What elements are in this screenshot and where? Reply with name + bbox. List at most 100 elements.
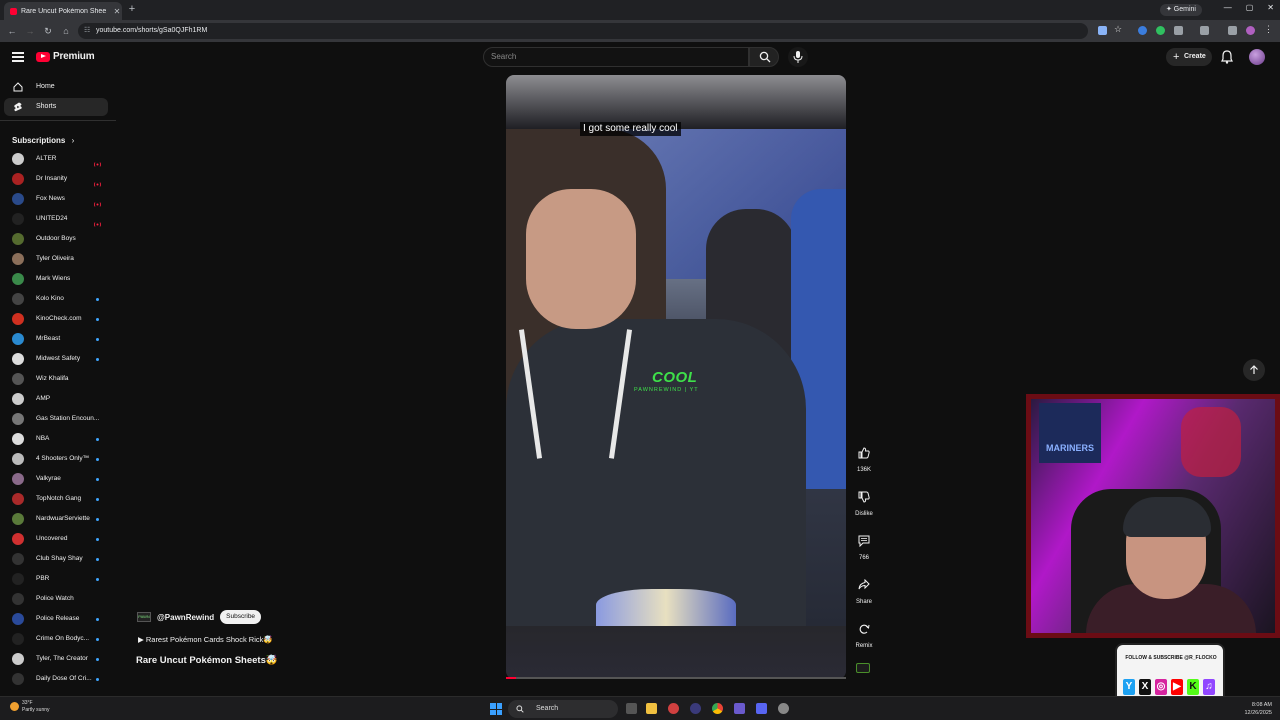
task-view-icon[interactable] [626, 703, 637, 714]
sidebar-subscription-item[interactable]: Kolo Kino [0, 289, 116, 309]
weather-widget[interactable]: 33°F Partly sunny [10, 700, 50, 714]
youtube-icon: ▶ [1171, 679, 1183, 695]
sidebar-subscription-item[interactable]: 4 Shooters Only™ [0, 449, 116, 469]
comments-button[interactable]: 766 [850, 529, 878, 561]
file-explorer-icon[interactable] [646, 703, 657, 714]
system-clock[interactable]: 8:08 AM 12/26/2025 [1244, 701, 1272, 717]
minimize-button[interactable]: — [1224, 3, 1232, 12]
sidebar-subscription-item[interactable]: TopNotch Gang [0, 489, 116, 509]
new-content-dot-icon [96, 478, 99, 481]
sidebar-subscription-item[interactable]: AMP [0, 389, 116, 409]
weather-desc: Partly sunny [22, 707, 50, 713]
extension-icon[interactable] [1138, 26, 1147, 35]
sidebar-subscription-item[interactable]: MrBeast [0, 329, 116, 349]
sidebar-subscription-item[interactable]: Police Release [0, 609, 116, 629]
app-icon[interactable] [734, 703, 745, 714]
chevron-right-icon: › [71, 136, 75, 145]
dislike-button[interactable]: Dislike [850, 485, 878, 517]
voice-search-button[interactable] [788, 47, 808, 67]
windows-start-icon[interactable] [490, 703, 502, 715]
menu-kebab-icon[interactable]: ⋮ [1264, 25, 1273, 34]
sidebar-subscription-item[interactable]: Gas Station Encoun... [0, 409, 116, 429]
extension-icon[interactable] [1156, 26, 1165, 35]
video-caption: I got some really cool [580, 122, 681, 136]
like-button[interactable]: 136K [850, 441, 878, 473]
back-icon[interactable]: ← [6, 25, 18, 37]
sidebar-item-label: Shorts [36, 103, 57, 110]
twitch-icon: ♫ [1203, 679, 1215, 695]
new-tab-button[interactable]: + [126, 2, 138, 16]
youtube-logo[interactable]: Premium [36, 51, 95, 62]
channel-avatar-icon [12, 293, 24, 305]
sidebar-subscription-item[interactable]: Daily Dose Of Cri... [0, 669, 116, 689]
subscription-name: Tyler, The Creator [36, 655, 88, 662]
sidebar-subscription-item[interactable]: Uncovered [0, 529, 116, 549]
sidebar-subscription-item[interactable]: Police Watch [0, 589, 116, 609]
channel-avatar-icon [12, 433, 24, 445]
bookmark-star-icon[interactable]: ☆ [1114, 25, 1123, 34]
cast-icon[interactable] [1098, 26, 1107, 35]
settings-gear-icon[interactable] [778, 703, 789, 714]
sidebar-subscription-item[interactable]: NBA [0, 429, 116, 449]
sidebar-subscription-item[interactable]: Midwest Safety [0, 349, 116, 369]
subscribe-button[interactable]: Subscribe [220, 610, 262, 624]
remix-button[interactable]: Remix [850, 617, 878, 649]
browser-tab[interactable]: Rare Uncut Pokémon Shee ✕ [4, 2, 122, 20]
windows-taskbar: 33°F Partly sunny Search 8:08 AM 12/26/2… [0, 696, 1280, 720]
sidebar-subscription-item[interactable]: Dr Insanity [0, 169, 116, 189]
sidebar-subscription-item[interactable]: KinoCheck.com [0, 309, 116, 329]
sidebar-subscription-item[interactable]: Valkyrae [0, 469, 116, 489]
sidebar-subscription-item[interactable]: Tyler, The Creator [0, 649, 116, 669]
sidebar-subscription-item[interactable]: Crime On Bodyc... [0, 629, 116, 649]
maximize-button[interactable]: ▢ [1246, 3, 1254, 12]
search-input[interactable]: Search [483, 47, 749, 67]
gemini-button[interactable]: ✦ Gemini [1160, 4, 1202, 16]
sidebar-subscription-item[interactable]: UNITED24 [0, 209, 116, 229]
sidebar-subscription-item[interactable]: Wiz Khalifa [0, 369, 116, 389]
profile-icon[interactable] [1246, 26, 1255, 35]
close-window-button[interactable]: ✕ [1267, 3, 1274, 12]
account-avatar[interactable] [1249, 49, 1265, 65]
tab-close-icon[interactable]: ✕ [112, 7, 122, 16]
channel-thumbnail-icon[interactable] [856, 663, 870, 673]
app-icon[interactable] [668, 703, 679, 714]
playlist-link[interactable]: ▶ Rarest Pokémon Cards Shock Rick🤯 [138, 635, 273, 644]
channel-handle[interactable]: @PawnRewind [157, 613, 214, 622]
discord-icon[interactable] [756, 703, 767, 714]
sidepanel-icon[interactable] [1200, 26, 1209, 35]
shorts-video-player[interactable]: I got some really cool COOL PAWNREWIND |… [506, 75, 846, 679]
share-button[interactable]: Share [850, 573, 878, 605]
search-button[interactable] [749, 47, 779, 67]
channel-avatar-icon [12, 653, 24, 665]
create-button[interactable]: + Create [1166, 48, 1212, 66]
sidebar-subscription-item[interactable]: ALTER [0, 149, 116, 169]
hamburger-menu-icon[interactable] [12, 52, 24, 62]
channel-avatar-icon [12, 633, 24, 645]
video-progress-bar[interactable] [506, 677, 846, 679]
sidebar-subscription-item[interactable]: PBR [0, 569, 116, 589]
extensions-puzzle-icon[interactable] [1174, 26, 1183, 35]
sidebar-subscription-item[interactable]: Fox News [0, 189, 116, 209]
subscriptions-header[interactable]: Subscriptions › [12, 136, 74, 145]
chrome-icon[interactable] [712, 703, 723, 714]
app-icon[interactable] [690, 703, 701, 714]
reload-icon[interactable]: ↻ [42, 25, 54, 37]
sidebar-subscription-item[interactable]: Club Shay Shay [0, 549, 116, 569]
sidebar-subscription-item[interactable]: Outdoor Boys [0, 229, 116, 249]
channel-avatar[interactable]: PAWN [137, 612, 151, 622]
downloads-icon[interactable] [1228, 26, 1237, 35]
sidebar-item-shorts[interactable]: Shorts [4, 98, 108, 116]
sidebar-item-home[interactable]: Home [4, 78, 108, 96]
sidebar-subscription-item[interactable]: Mark Wiens [0, 269, 116, 289]
channel-avatar-icon [12, 173, 24, 185]
site-info-icon[interactable]: ☷ [84, 23, 90, 39]
home-browser-icon[interactable]: ⌂ [60, 25, 72, 37]
taskbar-search[interactable]: Search [508, 700, 618, 718]
sidebar-subscription-item[interactable]: NardwuarServiette [0, 509, 116, 529]
scroll-up-button[interactable] [1243, 359, 1265, 381]
notifications-bell-icon[interactable] [1221, 50, 1233, 64]
forward-icon[interactable]: → [24, 25, 36, 37]
sidebar-subscription-item[interactable]: Tyler Oliveira [0, 249, 116, 269]
channel-row: PAWN @PawnRewind Subscribe [137, 609, 262, 625]
address-bar[interactable]: ☷ youtube.com/shorts/gSa0QJFh1RM [78, 23, 1088, 39]
